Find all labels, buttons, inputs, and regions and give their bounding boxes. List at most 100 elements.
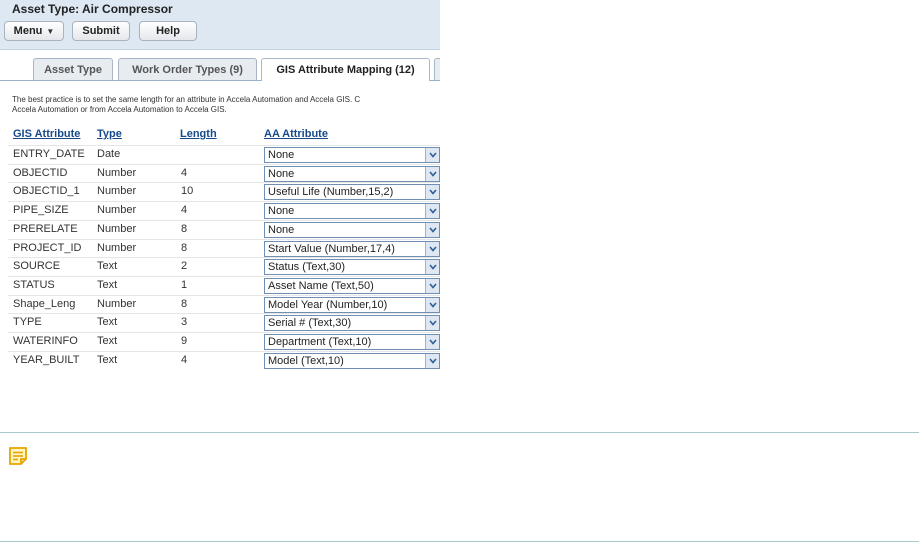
chevron-down-icon[interactable] [425,166,439,181]
page-header: Asset Type: Air Compressor Menu ▼ Submit… [0,0,440,50]
chevron-down-icon[interactable] [425,353,439,368]
chevron-down-icon[interactable] [425,185,439,200]
menu-button[interactable]: Menu ▼ [4,21,64,41]
tab-asset-type[interactable]: Asset Type [33,58,113,80]
cell-type: Date [97,148,121,160]
cell-length: 4 [181,353,188,366]
aa-attribute-select[interactable]: Serial # (Text,30) [264,315,440,332]
chevron-down-icon[interactable] [425,335,439,349]
aa-attribute-value: Model Year (Number,10) [268,298,388,311]
cell-gis-attribute: PRERELATE [13,222,78,235]
aa-attribute-value: None [268,223,295,236]
tab-work-order-types[interactable]: Work Order Types (9) [118,58,257,80]
cell-type: Number [97,204,137,217]
cell-length: 10 [181,185,194,198]
aa-attribute-value: Asset Name (Text,50) [268,279,374,292]
aa-attribute-value: None [268,149,295,161]
aa-attribute-value: Department (Text,10) [268,336,372,348]
cell-gis-attribute: TYPE [13,316,42,329]
aa-attribute-select[interactable]: Asset Name (Text,50) [264,277,440,294]
aa-attribute-value: None [268,205,295,218]
aa-attribute-select[interactable]: None [264,147,440,163]
cell-gis-attribute: Shape_Leng [13,297,76,310]
cell-length: 4 [181,166,188,179]
chevron-down-icon[interactable] [425,260,439,275]
table-row: PIPE_SIZE Number 4 None [8,201,440,220]
cell-type: Number [97,185,137,198]
aa-attribute-select[interactable]: Department (Text,10) [264,334,440,350]
cell-gis-attribute: ENTRY_DATE [13,148,85,160]
note-icon [8,446,28,471]
aa-attribute-select[interactable]: Start Value (Number,17,4) [264,240,440,257]
aa-attribute-select[interactable]: None [264,203,440,220]
chevron-down-icon[interactable] [425,241,439,256]
tab-label: Asset Type [44,63,102,76]
tab-gis-attribute-mapping[interactable]: GIS Attribute Mapping (12) [261,58,430,81]
tab-label: Work Order Types (9) [132,63,243,76]
aa-attribute-select[interactable]: Useful Life (Number,15,2) [264,184,440,201]
cell-gis-attribute: STATUS [13,278,55,291]
table-row: ENTRY_DATE Date None [8,145,440,164]
cell-type: Number [97,222,137,235]
cell-length: 4 [181,204,188,217]
column-header-type[interactable]: Type [97,128,122,140]
cell-type: Text [97,316,118,329]
table-row: OBJECTID_1 Number 10 Useful Life (Number,15… [8,182,440,201]
cell-gis-attribute: OBJECTID_1 [13,185,80,198]
table-row: PROJECT_ID Number 8 Start Value (Number,17,… [8,238,440,258]
cell-gis-attribute: SOURCE [13,260,61,273]
aa-attribute-value: Status (Text,30) [268,261,346,274]
cell-length: 8 [181,222,188,235]
aa-attribute-select[interactable]: None [264,221,440,238]
cell-length: 9 [181,335,188,347]
table-row: STATUS Text 1 Asset Name (Text,50) [8,275,440,295]
note-line-2: Accela Automation or from Accela Automat… [12,105,227,114]
aa-attribute-value: Start Value (Number,17,4) [268,242,395,255]
cell-length: 3 [181,316,188,329]
aa-attribute-select[interactable]: Model Year (Number,10) [264,296,440,313]
aa-attribute-value: Useful Life (Number,15,2) [268,186,394,199]
table-row: TYPE Text 3 Serial # (Text,30) [8,313,440,332]
aa-attribute-value: Model (Text,10) [268,354,344,367]
chevron-down-icon[interactable] [425,316,439,331]
tab-bar: Asset Type Work Order Types (9) GIS Attr… [0,58,440,81]
chevron-down-icon[interactable] [425,148,439,162]
tab-label: GIS Attribute Mapping (12) [276,64,415,76]
cell-type: Text [97,335,118,347]
aa-attribute-value: Serial # (Text,30) [268,317,352,330]
page-title: Asset Type: Air Compressor [12,2,173,16]
cell-length: 8 [181,297,188,310]
cell-type: Number [97,166,137,179]
tab-overflow[interactable] [434,58,440,80]
cell-gis-attribute: YEAR_BUILT [13,353,80,366]
cell-gis-attribute: OBJECTID [13,166,68,179]
submit-button[interactable]: Submit [72,21,130,41]
chevron-down-icon[interactable] [425,204,439,219]
cell-length: 8 [181,241,188,254]
cell-type: Text [97,260,118,273]
screenshot-panel: Asset Type: Air Compressor Menu ▼ Submit… [0,0,440,372]
column-header-length[interactable]: Length [180,128,217,140]
help-button[interactable]: Help [139,21,197,41]
chevron-down-icon[interactable] [425,222,439,237]
cell-gis-attribute: PIPE_SIZE [13,204,69,217]
aa-attribute-value: None [268,167,295,180]
column-header-aa-attribute[interactable]: AA Attribute [264,128,328,140]
cell-gis-attribute: WATERINFO [13,335,78,347]
chevron-down-icon[interactable] [425,278,439,293]
aa-attribute-select[interactable]: Status (Text,30) [264,259,440,276]
aa-attribute-select[interactable]: Model (Text,10) [264,352,440,369]
submit-button-label: Submit [82,25,120,37]
note-callout [0,432,919,542]
help-button-label: Help [156,25,180,37]
caret-down-icon: ▼ [46,26,55,36]
aa-attribute-select[interactable]: None [264,165,440,182]
chevron-down-icon[interactable] [425,297,439,312]
cell-type: Number [97,297,137,310]
column-header-gis-attribute[interactable]: GIS Attribute [13,128,80,140]
cell-type: Number [97,241,137,254]
cell-length: 1 [181,278,188,291]
cell-gis-attribute: PROJECT_ID [13,241,82,254]
table-row: Shape_Leng Number 8 Model Year (Number,10) [8,294,440,314]
table-row: OBJECTID Number 4 None [8,163,440,183]
